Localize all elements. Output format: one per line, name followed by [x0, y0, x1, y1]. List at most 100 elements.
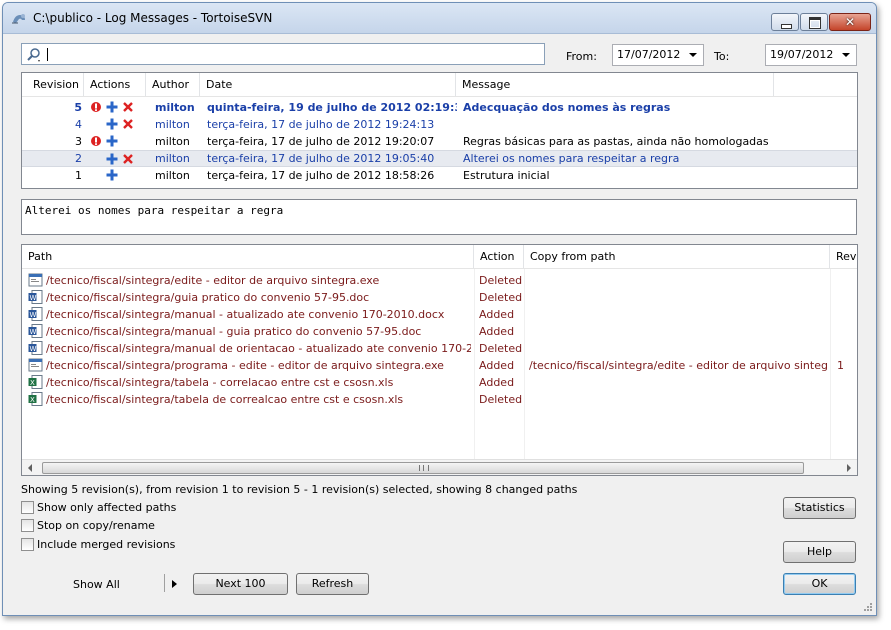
added-action-icon — [106, 135, 118, 147]
revision-date: terça-feira, 17 de julho de 2012 19:24:1… — [207, 118, 435, 131]
revision-author: milton — [155, 152, 190, 165]
revision-date: quinta-feira, 19 de julho de 2012 02:19:… — [207, 101, 457, 114]
revision-message: Alterei os nomes para respeitar a regra — [463, 152, 680, 165]
path-action: Deleted — [479, 342, 523, 355]
horizontal-scrollbar[interactable] — [22, 459, 857, 475]
changed-path-row[interactable]: W/tecnico/fiscal/sintegra/manual - guia … — [22, 323, 857, 340]
revision-row[interactable]: 4 milton terça-feira, 17 de julho de 2012 … — [22, 116, 857, 133]
revision-author: milton — [155, 118, 190, 131]
revision-row[interactable]: 2 milton terça-feira, 17 de julho de 2012 … — [22, 150, 857, 167]
to-date-value: 19/07/2012 — [770, 48, 834, 61]
statistics-button[interactable]: Statistics — [783, 497, 856, 519]
path-action: Added — [479, 308, 515, 321]
revision-author: milton — [155, 135, 190, 148]
col-header-copy-from-path[interactable]: Copy from path — [524, 245, 830, 268]
checkbox-label: Stop on copy/rename — [37, 519, 155, 532]
minimize-icon — [781, 24, 792, 29]
revision-number: 3 — [75, 135, 82, 148]
checkbox-box[interactable] — [21, 538, 34, 551]
added-action-icon — [106, 153, 118, 165]
col-header-actions[interactable]: Actions — [84, 73, 146, 96]
close-button[interactable]: ✕ — [829, 13, 871, 31]
excel-file-icon: X — [28, 392, 43, 407]
revision-author: milton — [155, 169, 190, 182]
maximize-icon — [809, 17, 821, 29]
scroll-left-arrow-icon[interactable] — [28, 464, 32, 472]
col-header-revision[interactable]: Revision — [22, 73, 84, 96]
revision-message: Estrutura inicial — [463, 169, 550, 182]
show-all-button[interactable]: Show All — [73, 578, 120, 591]
changed-path-row[interactable]: W/tecnico/fiscal/sintegra/guia pratico d… — [22, 289, 857, 306]
svg-text:W: W — [30, 328, 37, 336]
log-message-text[interactable]: Alterei os nomes para respeitar a regra — [21, 199, 857, 235]
deleted-action-icon — [90, 101, 102, 113]
changed-path-row[interactable]: W/tecnico/fiscal/sintegra/manual - atual… — [22, 306, 857, 323]
path-action: Deleted — [479, 291, 523, 304]
svg-text:X: X — [30, 396, 35, 404]
minimize-button[interactable] — [771, 13, 799, 31]
path-text: /tecnico/fiscal/sintegra/programa - edit… — [46, 359, 444, 372]
word-doc-icon: W — [28, 324, 43, 339]
scroll-thumb[interactable] — [42, 462, 804, 474]
revision-date: terça-feira, 17 de julho de 2012 19:05:4… — [207, 152, 435, 165]
resize-grip-icon[interactable] — [863, 602, 873, 612]
path-action: Added — [479, 376, 515, 389]
checkbox-box[interactable] — [21, 519, 34, 532]
path-text: /tecnico/fiscal/sintegra/guia pratico do… — [46, 291, 370, 304]
title-bar[interactable]: C:\publico - Log Messages - TortoiseSVN … — [3, 3, 876, 34]
col-header-date[interactable]: Date — [200, 73, 456, 96]
checkbox-box[interactable] — [21, 501, 34, 514]
revision-list[interactable]: Revision Actions Author Date Message 5 mi… — [21, 72, 858, 189]
col-header-message[interactable]: Message — [456, 73, 774, 96]
status-text: Showing 5 revision(s), from revision 1 t… — [21, 483, 578, 496]
excel-file-icon: X — [28, 375, 43, 390]
changed-path-row[interactable]: /tecnico/fiscal/sintegra/programa - edit… — [22, 357, 857, 374]
ok-button[interactable]: OK — [783, 573, 856, 595]
to-date-picker[interactable]: 19/07/2012 — [765, 44, 857, 66]
header-divider — [22, 268, 857, 269]
svg-text:X: X — [30, 379, 35, 387]
changed-path-row[interactable]: /tecnico/fiscal/sintegra/edite - editor … — [22, 272, 857, 289]
from-date-picker[interactable]: 17/07/2012 — [612, 44, 704, 66]
scroll-right-arrow-icon[interactable] — [847, 464, 851, 472]
revision-row[interactable]: 1 milton terça-feira, 17 de julho de 2012 … — [22, 167, 857, 184]
path-action: Added — [479, 325, 515, 338]
show-all-dropdown-icon[interactable] — [172, 580, 177, 588]
revision-number: 5 — [74, 101, 82, 114]
window-title: C:\publico - Log Messages - TortoiseSVN — [33, 11, 273, 25]
log-messages-window: C:\publico - Log Messages - TortoiseSVN … — [2, 2, 877, 616]
next-100-button[interactable]: Next 100 — [193, 573, 288, 595]
revision-row[interactable]: 3 milton terça-feira, 17 de julho de 2012 … — [22, 133, 857, 150]
maximize-button[interactable] — [800, 13, 828, 31]
changed-path-row[interactable]: X/tecnico/fiscal/sintegra/tabela de corr… — [22, 391, 857, 408]
word-doc-icon: W — [28, 290, 43, 305]
help-button[interactable]: Help — [783, 541, 856, 563]
exe-file-icon — [28, 273, 43, 288]
chevron-down-icon[interactable] — [689, 53, 697, 57]
added-action-icon — [106, 101, 118, 113]
path-action: Deleted — [479, 274, 523, 287]
revision-row[interactable]: 5 milton quinta-feira, 19 de julho de 2012… — [22, 99, 857, 116]
path-text: /tecnico/fiscal/sintegra/tabela - correl… — [46, 376, 394, 389]
word-doc-icon: W — [28, 307, 43, 322]
svg-text:W: W — [30, 311, 37, 319]
col-header-path[interactable]: Path — [22, 245, 474, 268]
changed-path-row[interactable]: W/tecnico/fiscal/sintegra/manual de orie… — [22, 340, 857, 357]
checkbox-label: Show only affected paths — [37, 501, 177, 514]
path-text: /tecnico/fiscal/sintegra/manual de orien… — [46, 342, 471, 355]
changed-path-row[interactable]: X/tecnico/fiscal/sintegra/tabela - corre… — [22, 374, 857, 391]
search-input[interactable] — [21, 43, 545, 65]
col-header-action[interactable]: Action — [474, 245, 524, 268]
tortoisesvn-app-icon — [12, 14, 25, 24]
word-doc-icon: W — [28, 341, 43, 356]
refresh-button[interactable]: Refresh — [296, 573, 369, 595]
chevron-down-icon[interactable] — [842, 53, 850, 57]
changed-paths-list[interactable]: Path Action Copy from path Rev /tecnico/… — [21, 244, 858, 476]
path-text: /tecnico/fiscal/sintegra/tabela de corre… — [46, 393, 404, 406]
search-icon[interactable] — [26, 47, 42, 63]
col-header-rev[interactable]: Rev — [830, 245, 857, 268]
revision-number: 2 — [75, 152, 82, 165]
svg-text:W: W — [30, 294, 37, 302]
from-label: From: — [566, 50, 597, 63]
col-header-author[interactable]: Author — [146, 73, 200, 96]
